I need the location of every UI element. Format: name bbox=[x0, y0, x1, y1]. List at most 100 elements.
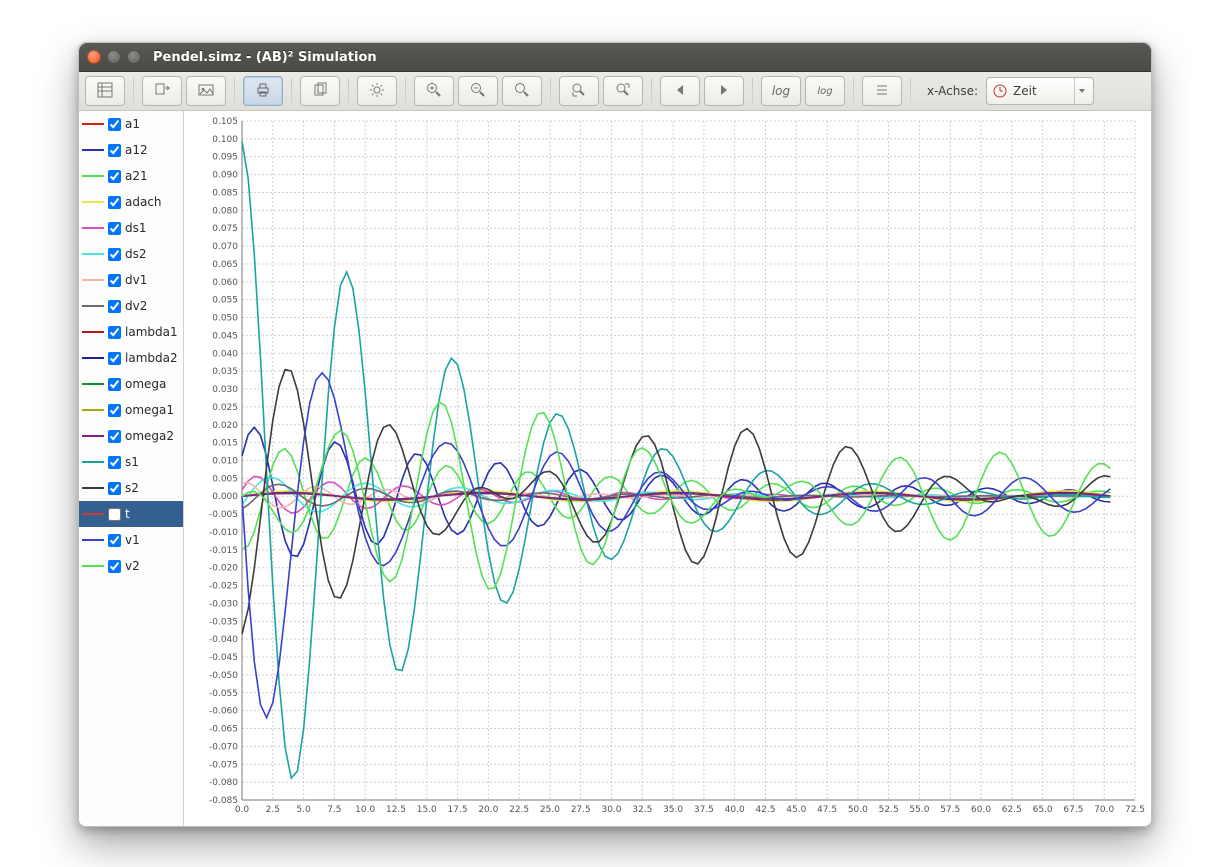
svg-text:0.065: 0.065 bbox=[212, 260, 238, 270]
log-icon: log bbox=[772, 84, 790, 98]
legend-label: omega1 bbox=[125, 403, 174, 417]
svg-text:70.0: 70.0 bbox=[1094, 805, 1114, 815]
svg-text:30.0: 30.0 bbox=[601, 805, 621, 815]
zoom-fit-button[interactable] bbox=[502, 76, 542, 106]
legend-item-a1[interactable]: a1 bbox=[79, 111, 183, 137]
list-button[interactable] bbox=[862, 76, 902, 106]
legend-checkbox[interactable] bbox=[108, 534, 121, 547]
svg-text:-0.050: -0.050 bbox=[209, 671, 238, 681]
next-button[interactable] bbox=[704, 76, 744, 106]
legend-checkbox[interactable] bbox=[108, 274, 121, 287]
legend-item-ds1[interactable]: ds1 bbox=[79, 215, 183, 241]
toolbar-separator bbox=[234, 78, 235, 104]
settings-button[interactable] bbox=[357, 76, 397, 106]
prev-button[interactable] bbox=[660, 76, 700, 106]
legend-item-a21[interactable]: a21 bbox=[79, 163, 183, 189]
log-button[interactable]: log bbox=[761, 76, 801, 106]
legend-checkbox[interactable] bbox=[108, 404, 121, 417]
svg-text:0.030: 0.030 bbox=[212, 385, 238, 395]
legend-checkbox[interactable] bbox=[108, 560, 121, 573]
print-button[interactable] bbox=[243, 76, 283, 106]
svg-text:-0.005: -0.005 bbox=[209, 510, 238, 520]
legend-item-t[interactable]: t bbox=[79, 501, 183, 527]
copy-button[interactable] bbox=[300, 76, 340, 106]
legend-checkbox[interactable] bbox=[108, 508, 121, 521]
svg-text:0.040: 0.040 bbox=[212, 349, 238, 359]
legend-item-dv1[interactable]: dv1 bbox=[79, 267, 183, 293]
legend-swatch bbox=[82, 461, 104, 463]
legend-label: lambda1 bbox=[125, 325, 178, 339]
xaxis-select-label: Zeit bbox=[1013, 84, 1068, 98]
legend-checkbox[interactable] bbox=[108, 196, 121, 209]
xaxis-select[interactable]: Zeit bbox=[986, 77, 1094, 105]
legend-checkbox[interactable] bbox=[108, 170, 121, 183]
plot-area[interactable]: -0.085-0.080-0.075-0.070-0.065-0.060-0.0… bbox=[184, 111, 1151, 827]
legend-checkbox[interactable] bbox=[108, 118, 121, 131]
svg-text:32.5: 32.5 bbox=[632, 805, 652, 815]
svg-text:0.070: 0.070 bbox=[212, 242, 238, 252]
svg-text:-0.010: -0.010 bbox=[209, 528, 238, 538]
legend-checkbox[interactable] bbox=[108, 144, 121, 157]
legend-label: lambda2 bbox=[125, 351, 178, 365]
xaxis-label: x-Achse: bbox=[927, 84, 978, 98]
svg-text:62.5: 62.5 bbox=[1002, 805, 1022, 815]
legend-sidebar: a1a12 a21 adachds1 ds2 dv1dv2 lambda1 lambda2 o… bbox=[79, 111, 184, 827]
window-maximize-button[interactable] bbox=[127, 50, 141, 64]
image-button[interactable] bbox=[186, 76, 226, 106]
zoom-in-button[interactable] bbox=[414, 76, 454, 106]
legend-checkbox[interactable] bbox=[108, 326, 121, 339]
legend-item-s2[interactable]: s2 bbox=[79, 475, 183, 501]
svg-text:0.000: 0.000 bbox=[212, 492, 238, 502]
toolbar-separator bbox=[348, 78, 349, 104]
svg-text:0.090: 0.090 bbox=[212, 171, 238, 181]
legend-swatch bbox=[82, 409, 104, 411]
gear-icon bbox=[369, 82, 385, 101]
legend-item-dv2[interactable]: dv2 bbox=[79, 293, 183, 319]
legend-item-omega[interactable]: omega bbox=[79, 371, 183, 397]
toolbar-separator bbox=[752, 78, 753, 104]
svg-text:72.5: 72.5 bbox=[1125, 805, 1145, 815]
legend-item-lambda1[interactable]: lambda1 bbox=[79, 319, 183, 345]
zoom-out-icon bbox=[470, 82, 486, 101]
legend-checkbox[interactable] bbox=[108, 430, 121, 443]
legend-item-adach[interactable]: adach bbox=[79, 189, 183, 215]
legend-item-ds2[interactable]: ds2 bbox=[79, 241, 183, 267]
legend-swatch bbox=[82, 435, 104, 437]
zoom-y-icon bbox=[615, 82, 631, 101]
legend-item-lambda2[interactable]: lambda2 bbox=[79, 345, 183, 371]
legend-checkbox[interactable] bbox=[108, 456, 121, 469]
legend-label: s1 bbox=[125, 455, 139, 469]
svg-text:10.0: 10.0 bbox=[355, 805, 375, 815]
legend-checkbox[interactable] bbox=[108, 248, 121, 261]
chevron-down-icon bbox=[1074, 78, 1089, 104]
legend-item-omega1[interactable]: omega1 bbox=[79, 397, 183, 423]
legend-item-v2[interactable]: v2 bbox=[79, 553, 183, 579]
legend-label: a21 bbox=[125, 169, 148, 183]
legend-checkbox[interactable] bbox=[108, 378, 121, 391]
legend-checkbox[interactable] bbox=[108, 352, 121, 365]
legend-item-s1[interactable]: s1 bbox=[79, 449, 183, 475]
legend-checkbox[interactable] bbox=[108, 482, 121, 495]
svg-text:50.0: 50.0 bbox=[848, 805, 868, 815]
app-window: Pendel.simz - (AB)² Simulation bbox=[78, 42, 1152, 827]
legend-item-v1[interactable]: v1 bbox=[79, 527, 183, 553]
export-button[interactable] bbox=[142, 76, 182, 106]
legend-label: ds2 bbox=[125, 247, 147, 261]
window-close-button[interactable] bbox=[87, 50, 101, 64]
svg-text:42.5: 42.5 bbox=[755, 805, 775, 815]
svg-text:0.045: 0.045 bbox=[212, 331, 238, 341]
legend-swatch bbox=[82, 357, 104, 359]
window-minimize-button[interactable] bbox=[107, 50, 121, 64]
legend-item-omega2[interactable]: omega2 bbox=[79, 423, 183, 449]
svg-text:-0.075: -0.075 bbox=[209, 760, 238, 770]
zoom-x-button[interactable] bbox=[559, 76, 599, 106]
legend-checkbox[interactable] bbox=[108, 300, 121, 313]
zoom-y-button[interactable] bbox=[603, 76, 643, 106]
table-view-button[interactable] bbox=[85, 76, 125, 106]
log-settings-button[interactable]: log bbox=[805, 76, 845, 106]
svg-text:15.0: 15.0 bbox=[417, 805, 437, 815]
zoom-out-button[interactable] bbox=[458, 76, 498, 106]
legend-item-a12[interactable]: a12 bbox=[79, 137, 183, 163]
toolbar-separator bbox=[133, 78, 134, 104]
legend-checkbox[interactable] bbox=[108, 222, 121, 235]
